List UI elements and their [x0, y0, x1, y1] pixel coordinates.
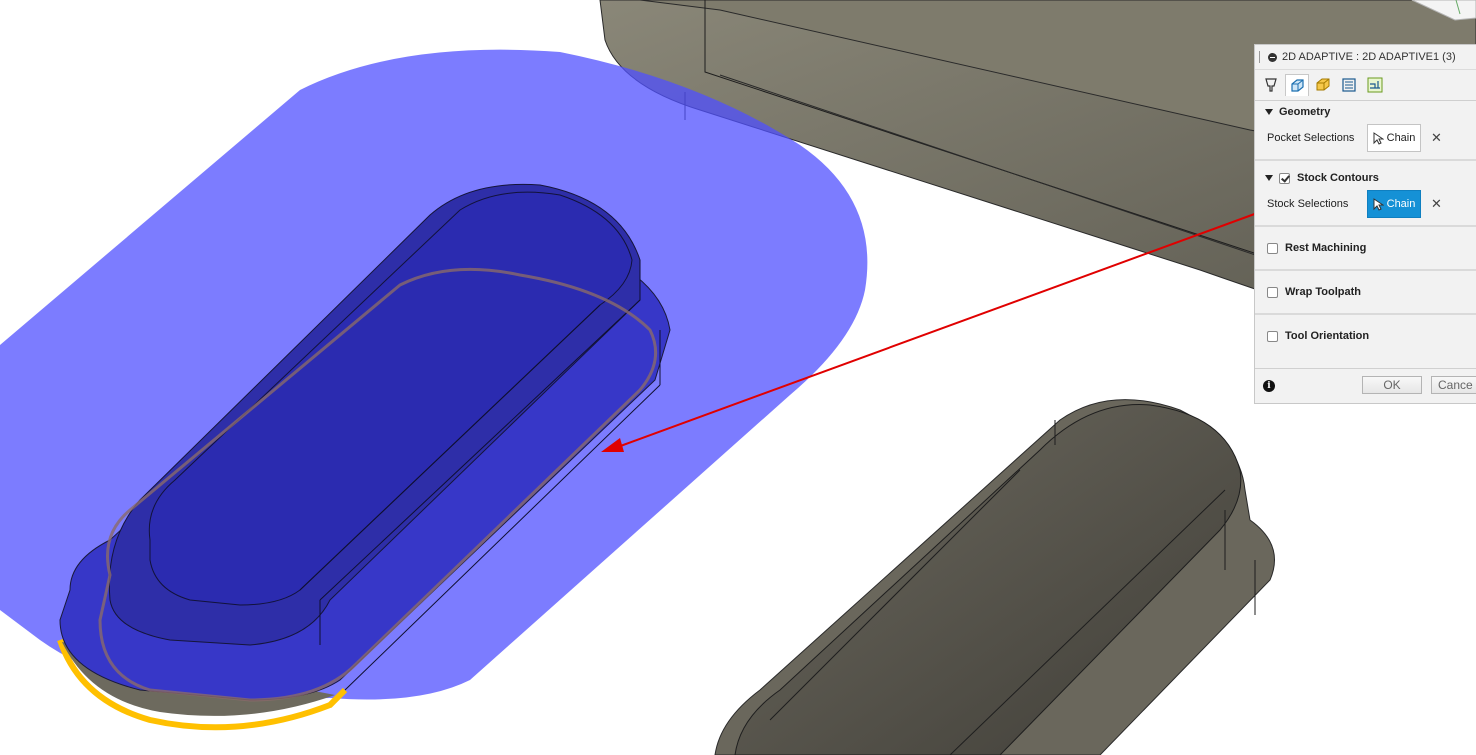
adaptive-dialog: 2D ADAPTIVE : 2D ADAPTIVE1 (3) Geometry … — [1254, 44, 1476, 404]
tab-tool[interactable] — [1259, 74, 1283, 96]
clear-pocket-selection-icon[interactable]: ✕ — [1431, 130, 1442, 146]
tab-geometry[interactable] — [1285, 74, 1309, 96]
section-divider — [1255, 269, 1476, 271]
dialog-title-bar[interactable]: 2D ADAPTIVE : 2D ADAPTIVE1 (3) — [1255, 45, 1476, 70]
pocket-chain-label: Chain — [1386, 132, 1416, 144]
cursor-icon — [1373, 197, 1384, 211]
dialog-tabs — [1255, 70, 1476, 101]
linking-icon — [1367, 77, 1383, 93]
section-divider — [1255, 159, 1476, 161]
tab-heights[interactable] — [1311, 74, 1335, 96]
heights-icon — [1316, 78, 1330, 91]
expand-triangle-icon — [1265, 109, 1273, 115]
rest-machining-checkbox[interactable] — [1267, 242, 1278, 254]
ok-button[interactable]: OK — [1362, 376, 1422, 394]
stock-contours-label: Stock Contours — [1297, 172, 1379, 184]
passes-icon — [1342, 78, 1356, 92]
collapse-icon[interactable] — [1268, 52, 1277, 62]
dialog-title: 2D ADAPTIVE : 2D ADAPTIVE1 (3) — [1282, 51, 1456, 63]
tab-linking[interactable] — [1363, 74, 1387, 96]
pocket-chain-button[interactable]: Chain — [1367, 124, 1421, 152]
rest-machining-label: Rest Machining — [1285, 242, 1367, 254]
tool-icon — [1265, 78, 1277, 92]
cancel-button[interactable]: Cance — [1431, 376, 1476, 394]
geometry-section-header[interactable]: Geometry — [1255, 101, 1476, 123]
tool-orientation-label: Tool Orientation — [1285, 330, 1370, 342]
tab-passes[interactable] — [1337, 74, 1361, 96]
drag-grip-icon[interactable] — [1259, 51, 1262, 63]
dialog-footer: i OK Cance — [1255, 368, 1476, 403]
info-icon[interactable]: i — [1263, 380, 1275, 392]
rest-machining-section[interactable]: Rest Machining — [1255, 233, 1476, 263]
geometry-section-label: Geometry — [1279, 106, 1331, 118]
wrap-toolpath-section[interactable]: Wrap Toolpath — [1255, 277, 1476, 307]
stock-chain-button[interactable]: Chain — [1367, 190, 1421, 218]
pocket-selections-label: Pocket Selections — [1267, 132, 1355, 144]
clear-stock-selection-icon[interactable]: ✕ — [1431, 196, 1442, 212]
stock-contours-section-header[interactable]: Stock Contours — [1255, 167, 1476, 189]
tool-orientation-section[interactable]: Tool Orientation — [1255, 321, 1476, 351]
stock-chain-label: Chain — [1386, 198, 1416, 210]
pocket-selections-row: Pocket Selections Chain ✕ — [1255, 123, 1476, 153]
section-divider — [1255, 313, 1476, 315]
section-divider — [1255, 225, 1476, 227]
cursor-icon — [1373, 131, 1384, 145]
stock-selections-row: Stock Selections Chain ✕ — [1255, 189, 1476, 219]
expand-triangle-icon — [1265, 175, 1273, 181]
stock-contours-checkbox[interactable] — [1279, 172, 1290, 184]
wrap-toolpath-checkbox[interactable] — [1267, 286, 1278, 298]
stock-selections-label: Stock Selections — [1267, 198, 1349, 210]
lower-part[interactable] — [714, 399, 1275, 755]
tool-orientation-checkbox[interactable] — [1267, 330, 1278, 342]
geometry-icon — [1291, 78, 1304, 92]
wrap-toolpath-label: Wrap Toolpath — [1285, 286, 1361, 298]
